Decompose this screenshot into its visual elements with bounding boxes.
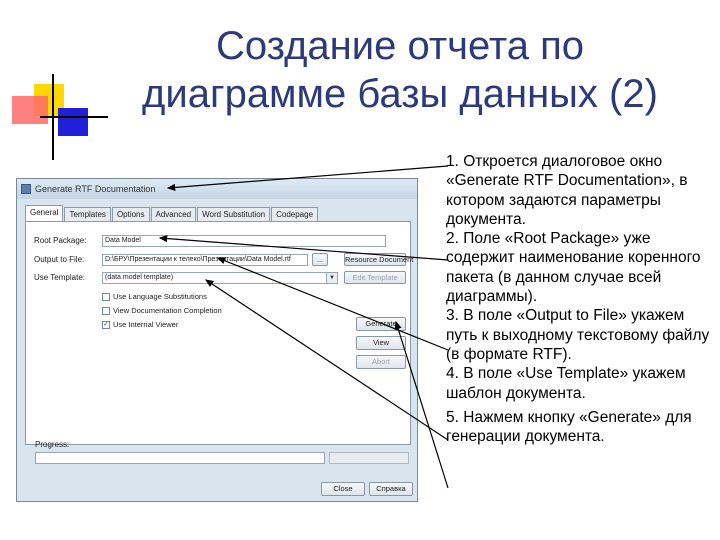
bullet-list: 1. Откроется диалоговое окно «Generate R…	[446, 152, 716, 446]
bullet-3: 3. В поле «Output to File» укажем путь к…	[446, 307, 710, 363]
arrow-to-output-file	[216, 257, 449, 351]
arrow-to-root-package	[158, 234, 449, 261]
bullet-5: 5. Нажмем кнопку «Generate» для генераци…	[446, 408, 692, 446]
bullet-1: 1. Откроется диалоговое окно «Generate R…	[446, 153, 688, 228]
arrow-to-title	[166, 165, 449, 192]
bullet-2: 2. Поле «Root Package» уже содержит наим…	[446, 230, 701, 306]
arrow-to-use-template	[204, 279, 449, 441]
bullet-4: 4. В поле «Use Template» укажем шаблон д…	[446, 365, 686, 402]
